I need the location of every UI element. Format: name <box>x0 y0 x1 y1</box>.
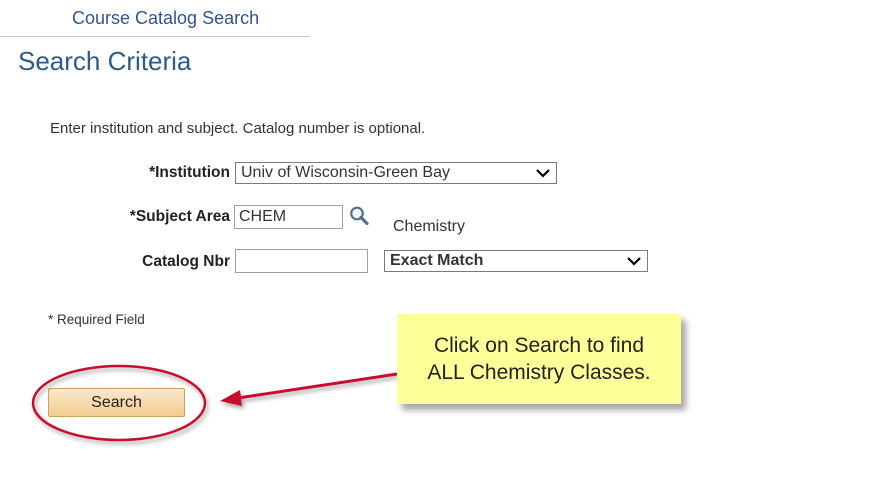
search-button[interactable]: Search <box>48 388 185 417</box>
chevron-down-icon <box>530 163 556 183</box>
callout-line-2: ALL Chemistry Classes. <box>427 361 651 384</box>
institution-label: *Institution <box>149 164 230 181</box>
institution-select[interactable]: Univ of Wisconsin-Green Bay <box>235 162 557 184</box>
section-title: Search Criteria <box>18 46 192 76</box>
instructions-text: Enter institution and subject. Catalog n… <box>50 120 426 137</box>
subject-area-input[interactable] <box>234 205 343 229</box>
annotation-arrow <box>220 372 398 406</box>
institution-selected-value: Univ of Wisconsin-Green Bay <box>241 164 450 181</box>
page-header-title: Course Catalog Search <box>72 8 260 28</box>
required-field-note: * Required Field <box>48 312 145 327</box>
header-divider <box>0 36 310 37</box>
match-type-selected-value: Exact Match <box>390 252 484 269</box>
catalog-nbr-input[interactable] <box>235 249 368 273</box>
chevron-down-icon <box>621 251 647 271</box>
magnifier-icon[interactable] <box>348 205 370 227</box>
callout-line-1: Click on Search to find <box>433 334 645 357</box>
subject-description: Chemistry <box>393 218 466 235</box>
catalog-nbr-label: Catalog Nbr <box>142 253 230 270</box>
course-catalog-search-page: Course Catalog Search Search Criteria En… <box>0 0 890 488</box>
callout-note: Click on Search to find ALL Chemistry Cl… <box>397 314 681 404</box>
match-type-select[interactable]: Exact Match <box>384 250 648 272</box>
subject-area-label: *Subject Area <box>129 208 230 225</box>
